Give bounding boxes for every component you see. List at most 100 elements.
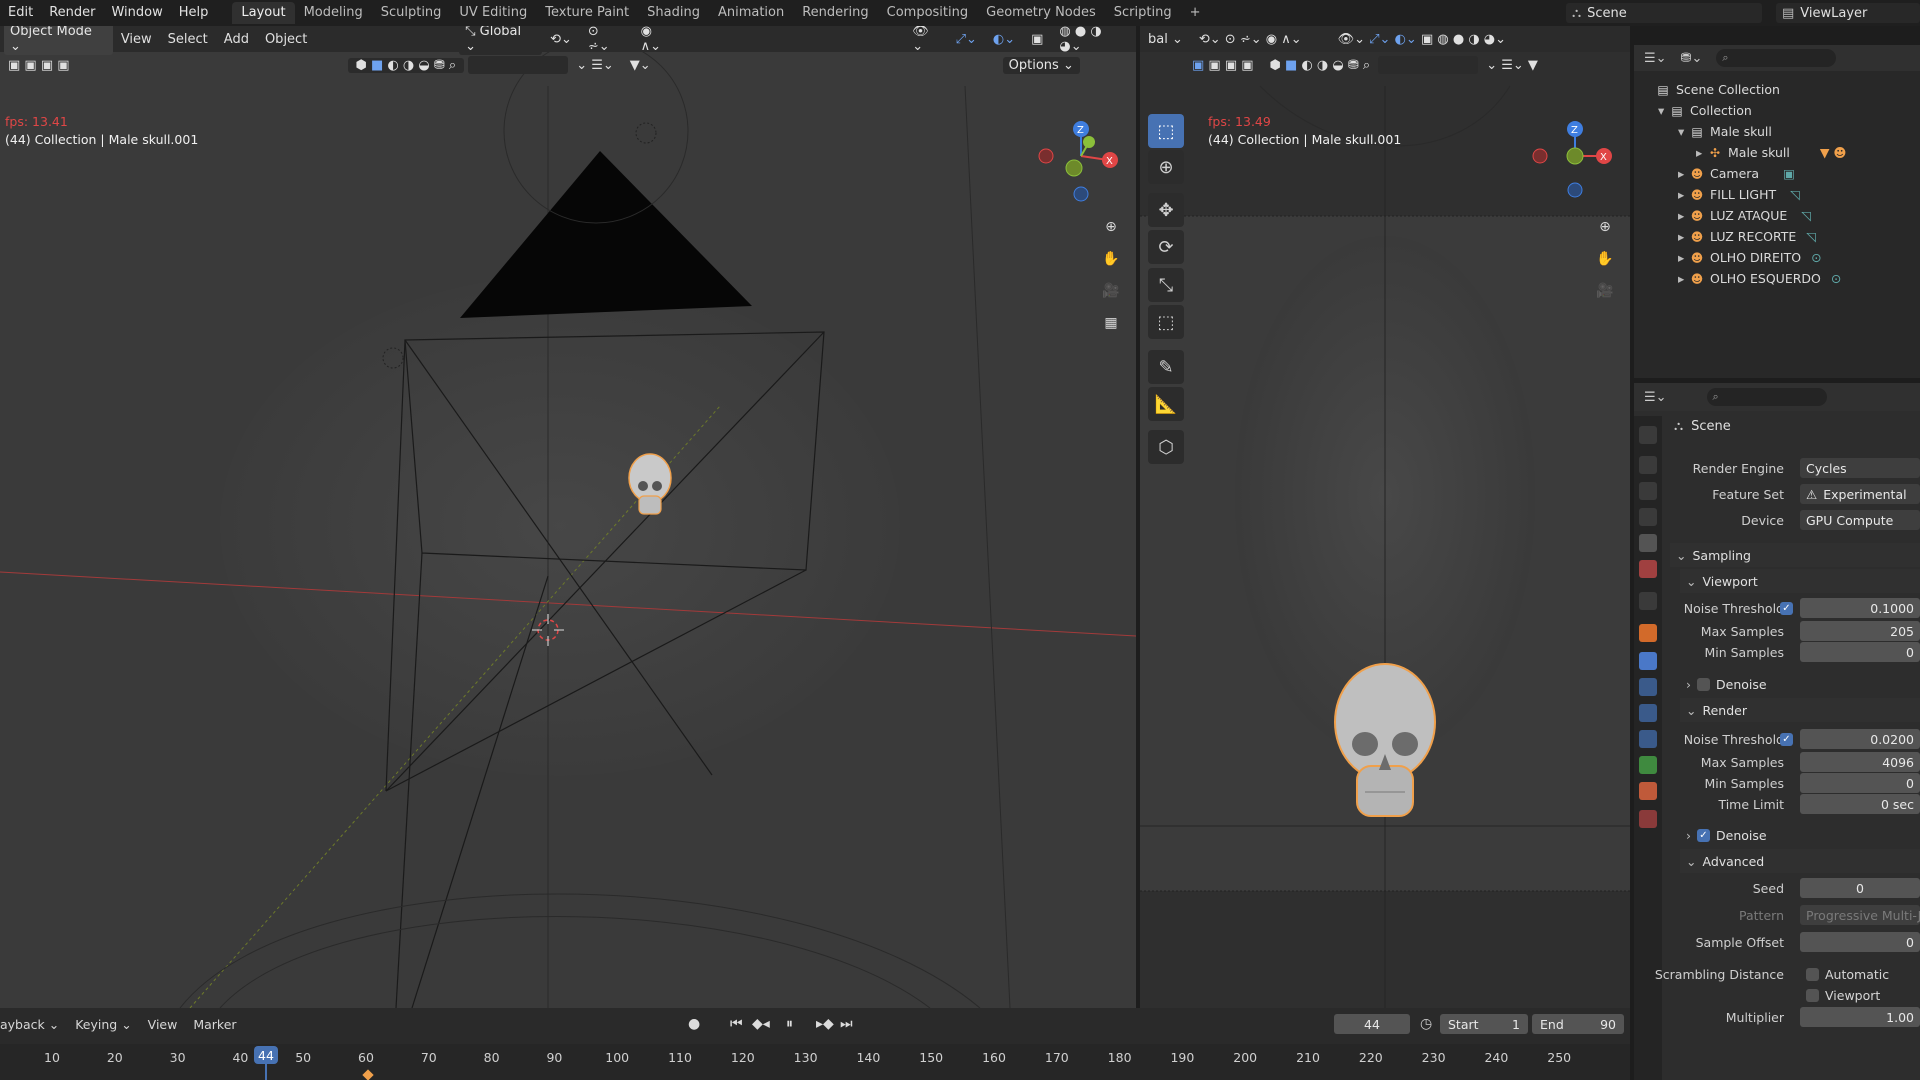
zoom-icon[interactable]: ⊕: [1098, 214, 1124, 240]
world-tab-icon[interactable]: [1639, 560, 1657, 578]
outliner-row-olho-direito[interactable]: ▸ ☻ OLHO DIREITO ⊙: [1678, 247, 1822, 268]
multiplier-field[interactable]: 1.00: [1800, 1007, 1920, 1027]
expand-arrow[interactable]: ▾: [1658, 103, 1670, 118]
expand-arrow[interactable]: ▸: [1678, 250, 1690, 265]
scrambling-viewport-checkbox[interactable]: [1806, 988, 1819, 1002]
output-tab-icon[interactable]: [1639, 482, 1657, 500]
tab-rendering[interactable]: Rendering: [793, 2, 877, 24]
keying-menu[interactable]: Keying ⌄: [67, 1017, 139, 1032]
tab-modeling[interactable]: Modeling: [295, 2, 372, 24]
r-max-samples-field[interactable]: 4096: [1800, 752, 1920, 772]
ortho-grid-icon[interactable]: ▦: [1098, 310, 1124, 336]
measure-tool[interactable]: 📐: [1148, 387, 1184, 421]
outliner-row-male-skull-collection[interactable]: ▾ ▤ Male skull: [1678, 121, 1772, 142]
object-mode-dropdown[interactable]: Object Mode ⌄: [4, 26, 113, 55]
right-camera-view-icon[interactable]: 🎥: [1592, 278, 1618, 304]
scene-tab-icon[interactable]: [1639, 534, 1657, 552]
record-icon[interactable]: ●: [688, 1016, 700, 1032]
expand-arrow[interactable]: ▸: [1696, 145, 1708, 160]
r-denoise-subpanel[interactable]: › ✓ Denoise: [1680, 823, 1920, 847]
sort-icon[interactable]: ⌄ ☰⌄: [568, 58, 622, 73]
select-box-tool[interactable]: ⬚: [1148, 114, 1184, 148]
menu-help[interactable]: Help: [171, 0, 217, 26]
snap-icon[interactable]: ⊙ ⩫⌄: [580, 26, 633, 54]
transform-tool[interactable]: ⬚: [1148, 305, 1184, 339]
physics-tab-icon[interactable]: [1639, 704, 1657, 722]
right-overlay-icons[interactable]: 👁⌄ ⤢⌄ ◐⌄ ▣ ◍ ● ◑ ◕⌄: [1330, 32, 1514, 47]
constraints-tab-icon[interactable]: [1639, 730, 1657, 748]
visibility-icon[interactable]: 👁⌄: [904, 26, 947, 54]
tab-scripting[interactable]: Scripting: [1105, 2, 1181, 24]
shading-modes[interactable]: ◍ ● ◑ ◕⌄: [1051, 26, 1136, 54]
prev-keyframe-icon[interactable]: ◆◂: [752, 1016, 770, 1032]
pivot-icon[interactable]: ⟲⌄: [542, 32, 580, 47]
overlays-icon[interactable]: ◐⌄: [985, 32, 1023, 47]
vp-denoise-checkbox[interactable]: [1697, 677, 1710, 691]
scrambling-viewport-option[interactable]: Viewport: [1806, 988, 1880, 1003]
outliner-row-olho-esquerdo[interactable]: ▸ ☻ OLHO ESQUERDO ⊙: [1678, 268, 1841, 289]
view-layer-selector[interactable]: ▤ ViewLayer: [1776, 3, 1920, 23]
outliner-search-field[interactable]: ⌕: [1716, 49, 1837, 67]
right-sort-icon[interactable]: ⌄ ☰⌄ ▼: [1478, 58, 1546, 73]
pattern-dropdown[interactable]: Progressive Multi-Jitt: [1800, 905, 1920, 925]
material-tab-icon[interactable]: [1639, 782, 1657, 800]
vp-min-samples-field[interactable]: 0: [1800, 642, 1920, 662]
right-transform-orientation[interactable]: bal ⌄: [1140, 32, 1191, 47]
pan-hand-icon[interactable]: ✋: [1098, 246, 1124, 272]
left-3d-viewport[interactable]: Object Mode ⌄ View Select Add Object ⤡ G…: [0, 26, 1136, 1008]
end-frame-field[interactable]: End 90: [1532, 1014, 1624, 1034]
add-workspace-button[interactable]: +: [1181, 2, 1210, 24]
viewport-subpanel-header[interactable]: ⌄ Viewport: [1680, 569, 1920, 593]
tab-sculpting[interactable]: Sculpting: [372, 2, 451, 24]
right-select-mode-icons[interactable]: ▣ ▣ ▣ ▣: [1184, 58, 1262, 73]
particles-tab-icon[interactable]: [1639, 678, 1657, 696]
options-dropdown[interactable]: Options ⌄: [1002, 56, 1080, 74]
modifier-tab-icon[interactable]: [1639, 652, 1657, 670]
right-pan-hand-icon[interactable]: ✋: [1592, 246, 1618, 272]
automatic-checkbox[interactable]: [1806, 967, 1819, 981]
menu-select[interactable]: Select: [160, 32, 216, 47]
outliner-row-luz-ataque[interactable]: ▸ ☻ LUZ ATAQUE ◹: [1678, 205, 1811, 226]
rotate-tool[interactable]: ⟳: [1148, 230, 1184, 264]
left-search-field[interactable]: [468, 56, 569, 74]
vp-noise-threshold-checkbox[interactable]: ✓: [1780, 601, 1793, 615]
expand-arrow[interactable]: ▸: [1678, 229, 1690, 244]
outliner-row-fill-light[interactable]: ▸ ☻ FILL LIGHT ◹: [1678, 184, 1800, 205]
expand-arrow[interactable]: ▸: [1678, 187, 1690, 202]
data-tab-icon[interactable]: [1639, 756, 1657, 774]
render-tab-icon[interactable]: [1639, 456, 1657, 474]
vp-denoise-subpanel[interactable]: › Denoise: [1680, 672, 1920, 696]
start-frame-field[interactable]: Start 1: [1440, 1014, 1528, 1034]
properties-search-field[interactable]: ⌕: [1706, 388, 1827, 406]
annotate-tool[interactable]: ✎: [1148, 350, 1184, 384]
view-layer-tab-icon[interactable]: [1639, 508, 1657, 526]
render-engine-dropdown[interactable]: Cycles: [1800, 458, 1920, 478]
add-cube-tool[interactable]: ⬡: [1148, 430, 1184, 464]
object-tab-icon[interactable]: [1639, 624, 1657, 642]
expand-arrow[interactable]: ▸: [1678, 166, 1690, 181]
tab-geometry-nodes[interactable]: Geometry Nodes: [977, 2, 1105, 24]
menu-window[interactable]: Window: [103, 0, 170, 26]
menu-object[interactable]: Object: [257, 32, 315, 47]
cursor-tool[interactable]: ⊕: [1148, 150, 1184, 184]
tab-shading[interactable]: Shading: [638, 2, 709, 24]
r-min-samples-field[interactable]: 0: [1800, 773, 1920, 793]
scene-selector[interactable]: ⛬ Scene: [1566, 3, 1762, 23]
device-dropdown[interactable]: GPU Compute: [1800, 510, 1920, 530]
filter-funnel-icon[interactable]: ▼⌄: [622, 58, 659, 73]
vp-max-samples-field[interactable]: 205: [1800, 621, 1920, 641]
timeline-view-menu[interactable]: View: [140, 1017, 186, 1032]
menu-view[interactable]: View: [113, 32, 160, 47]
outliner-scene-collection[interactable]: ▤ Scene Collection: [1656, 79, 1780, 100]
outliner-row-luz-recorte[interactable]: ▸ ☻ LUZ RECORTE ◹: [1678, 226, 1816, 247]
collection-tab-icon[interactable]: [1639, 592, 1657, 610]
camera-view-icon[interactable]: 🎥: [1098, 278, 1124, 304]
menu-edit[interactable]: Edit: [0, 0, 41, 26]
outliner-row-male-skull-armature[interactable]: ▸ ✣ Male skull ▼ ☻: [1696, 142, 1846, 163]
r-noise-threshold-field[interactable]: 0.0200: [1800, 729, 1920, 749]
texture-tab-icon[interactable]: [1639, 810, 1657, 828]
tab-uv-editing[interactable]: UV Editing: [450, 2, 536, 24]
proportional-edit-icon[interactable]: ◉ ∧⌄: [633, 26, 685, 54]
filter-mode-icon[interactable]: ⛃⌄: [1681, 51, 1703, 66]
expand-arrow[interactable]: ▾: [1678, 124, 1690, 139]
